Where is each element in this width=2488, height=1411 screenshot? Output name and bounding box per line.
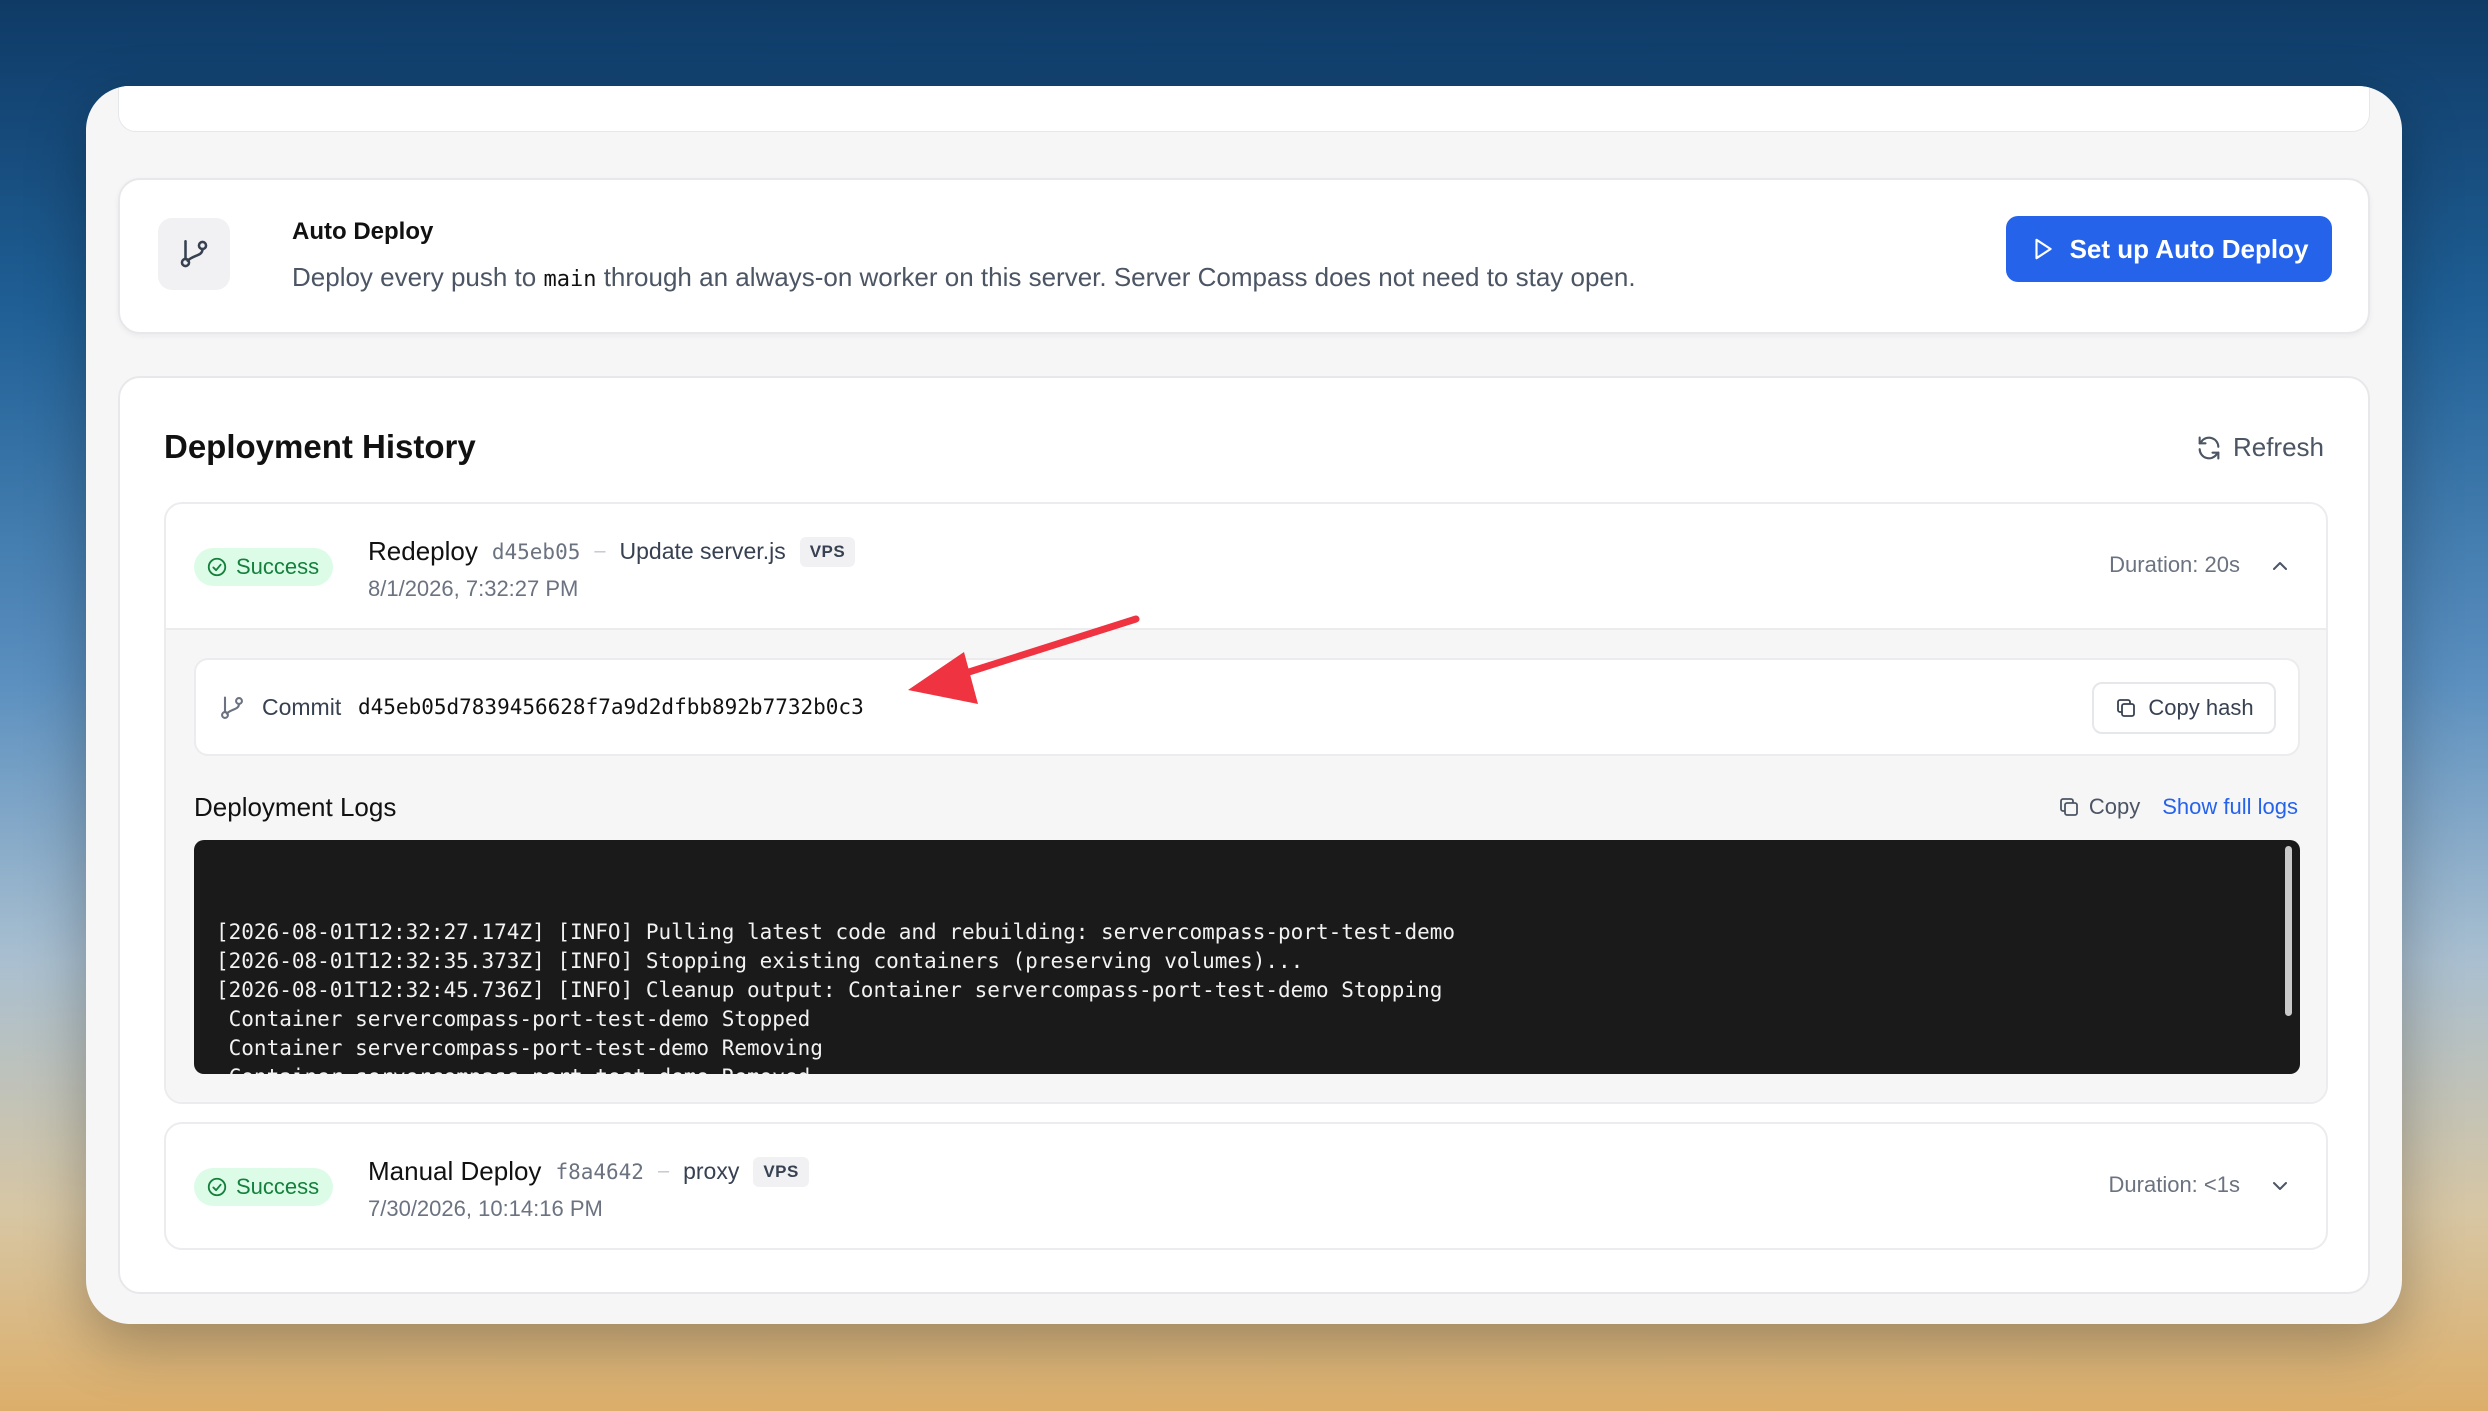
show-full-logs-link[interactable]: Show full logs (2162, 794, 2298, 820)
deployment-details: Commit d45eb05d7839456628f7a9d2dfbb892b7… (166, 628, 2326, 1102)
setup-auto-deploy-label: Set up Auto Deploy (2069, 233, 2309, 264)
chevron-down-icon[interactable] (2268, 1174, 2292, 1198)
status-badge: Success (194, 1168, 334, 1206)
deployment-header[interactable]: Success Redeploy d45eb05 – Update server… (166, 504, 2326, 628)
commit-box: Commit d45eb05d7839456628f7a9d2dfbb892b7… (194, 658, 2300, 756)
copy-icon (2117, 699, 2136, 717)
auto-deploy-title: Auto Deploy (292, 218, 434, 245)
logs-actions: Copy Show full logs (2057, 794, 2298, 820)
refresh-label: Refresh (2232, 432, 2324, 462)
copy-logs-button[interactable]: Copy (2057, 794, 2140, 820)
deployment-type: Redeploy (368, 536, 478, 566)
setup-auto-deploy-button[interactable]: Set up Auto Deploy (2006, 216, 2332, 282)
deployment-item: Success Redeploy d45eb05 – Update server… (164, 502, 2328, 1104)
copy-hash-button[interactable]: Copy hash (2092, 682, 2276, 734)
auto-deploy-card: Auto Deploy Deploy every push to main th… (118, 178, 2370, 334)
copy-icon (2059, 798, 2078, 816)
check-circle-icon (207, 1177, 227, 1197)
auto-deploy-description: Deploy every push to main through an alw… (292, 262, 1636, 292)
app-window: Auto Deploy Deploy every push to main th… (86, 86, 2402, 1324)
commit-message: proxy (683, 1158, 740, 1184)
target-badge: VPS (799, 536, 856, 567)
deployment-hash: d45eb05 (491, 539, 581, 564)
logs-terminal[interactable]: [2026-08-01T12:32:27.174Z] [INFO] Pullin… (194, 840, 2300, 1074)
commit-message: Update server.js (619, 538, 786, 564)
target-badge: VPS (753, 1156, 809, 1187)
deployment-date: 7/30/2026, 10:14:16 PM (368, 1196, 603, 1221)
deployment-summary: Redeploy d45eb05 – Update server.js VPS (368, 536, 856, 567)
deployment-type: Manual Deploy (368, 1156, 542, 1186)
status-badge: Success (194, 548, 334, 586)
deployment-history-card: Deployment History Refresh Success Redep… (118, 376, 2370, 1294)
deployment-history-title: Deployment History (164, 428, 476, 465)
commit-hash: d45eb05d7839456628f7a9d2dfbb892b7732b0c3 (358, 695, 864, 719)
git-branch-icon (221, 696, 243, 719)
deployment-date: 8/1/2026, 7:32:27 PM (368, 576, 579, 601)
branch-name: main (543, 267, 597, 292)
separator: – (657, 1160, 670, 1182)
deployment-header[interactable]: Success Manual Deploy f8a4642 – proxy VP… (166, 1124, 2326, 1248)
separator: – (594, 540, 606, 562)
previous-card (118, 86, 2370, 132)
deployment-summary: Manual Deploy f8a4642 – proxy VPS (368, 1156, 809, 1187)
deployment-item: Success Manual Deploy f8a4642 – proxy VP… (164, 1122, 2328, 1250)
chevron-up-icon[interactable] (2268, 554, 2292, 578)
git-branch-icon (158, 218, 230, 290)
commit-label: Commit (262, 694, 342, 720)
deployment-duration: Duration: 20s (2109, 552, 2240, 577)
logs-text: [2026-08-01T12:32:27.174Z] [INFO] Pullin… (216, 920, 1456, 1074)
refresh-icon (2198, 435, 2220, 460)
deployment-hash: f8a4642 (555, 1159, 644, 1184)
play-icon (2035, 238, 2052, 260)
deployment-logs-title: Deployment Logs (194, 792, 397, 822)
check-circle-icon (207, 557, 227, 577)
refresh-button[interactable]: Refresh (2195, 432, 2324, 463)
logs-scrollbar[interactable] (2285, 846, 2292, 1016)
deployment-duration: Duration: <1s (2108, 1172, 2240, 1197)
